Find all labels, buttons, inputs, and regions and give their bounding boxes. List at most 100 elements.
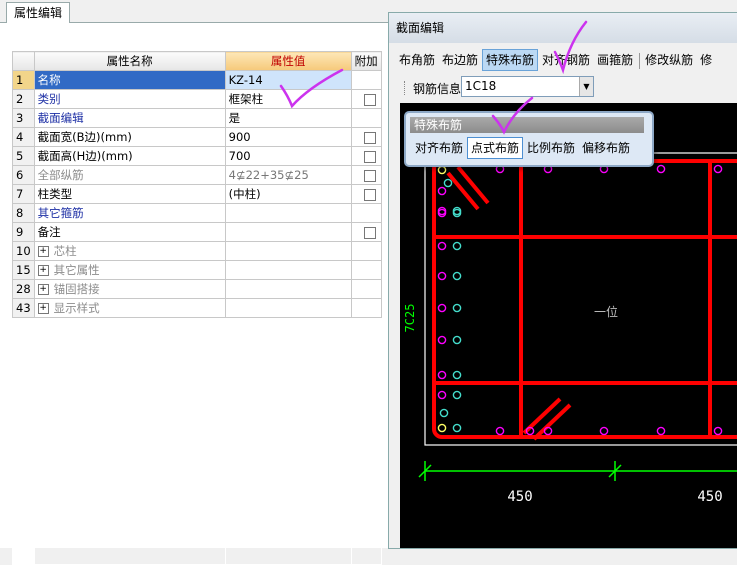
table-row[interactable]: 9 备注 <box>12 222 382 242</box>
rebar-info-dropdown[interactable]: 1C18 ▼ <box>461 76 594 97</box>
empty-row <box>12 355 382 375</box>
property-name-cell[interactable]: 全部纵筋 <box>33 165 226 185</box>
property-name-cell[interactable]: + 芯柱 <box>33 241 226 261</box>
property-value[interactable]: 是 <box>224 108 352 128</box>
option-ratio-rebar[interactable]: 比例布筋 <box>524 138 578 158</box>
property-value[interactable]: (中柱) <box>224 184 352 204</box>
property-name: 备注 <box>37 225 61 239</box>
table-row[interactable]: 28 + 锚固搭接 <box>12 279 382 299</box>
extra-cell <box>350 127 382 147</box>
table-row[interactable]: 7 柱类型 (中柱) <box>12 184 382 204</box>
extra-cell <box>350 184 382 204</box>
option-point-rebar[interactable]: 点式布筋 <box>467 137 524 159</box>
rebar-info-value: 1C18 <box>465 79 497 93</box>
empty-row <box>12 336 382 356</box>
table-row[interactable]: 15 + 其它属性 <box>12 260 382 280</box>
property-value[interactable]: 900 <box>224 127 352 147</box>
chevron-down-icon[interactable]: ▼ <box>579 77 593 96</box>
toolbar-align-rebar[interactable]: 对齐钢筋 <box>539 50 593 70</box>
extra-checkbox[interactable] <box>363 131 376 144</box>
row-index: 4 <box>12 127 35 147</box>
option-align-rebar[interactable]: 对齐布筋 <box>412 138 466 158</box>
tab-property-edit[interactable]: 属性编辑 <box>6 2 70 23</box>
toolbar-draw-stirrup[interactable]: 画箍筋 <box>594 50 636 70</box>
property-name: 其它属性 <box>53 263 100 277</box>
table-row[interactable]: 43 + 显示样式 <box>12 298 382 318</box>
property-name-cell[interactable]: 其它箍筋 <box>33 203 226 223</box>
property-value[interactable]: KZ-14 <box>224 70 352 90</box>
property-value[interactable] <box>224 279 352 299</box>
expand-plus-icon[interactable]: + <box>37 303 49 314</box>
property-value[interactable] <box>224 298 352 318</box>
table-row[interactable]: 6 全部纵筋 4⊈22+35⊈25 <box>12 165 382 185</box>
table-row[interactable]: 4 截面宽(B边)(mm) 900 <box>12 127 382 147</box>
property-name-cell[interactable]: 名称 <box>33 70 226 90</box>
table-row[interactable]: 10 + 芯柱 <box>12 241 382 261</box>
property-value[interactable] <box>224 260 352 280</box>
row-index: 28 <box>12 279 35 299</box>
option-offset-rebar[interactable]: 偏移布筋 <box>579 138 633 158</box>
empty-row <box>12 526 382 546</box>
row-index: 6 <box>12 165 35 185</box>
property-value[interactable]: 700 <box>224 146 352 166</box>
row-index: 9 <box>12 222 35 242</box>
side-rebar-label: 7C25 <box>403 304 417 333</box>
property-name: 截面编辑 <box>37 111 84 125</box>
extra-cell <box>350 165 382 185</box>
property-name-cell[interactable]: 截面高(H边)(mm) <box>33 146 226 166</box>
table-row[interactable]: 5 截面高(H边)(mm) 700 <box>12 146 382 166</box>
property-value[interactable] <box>224 241 352 261</box>
extra-checkbox[interactable] <box>363 169 376 182</box>
table-row[interactable]: 3 截面编辑 是 <box>12 108 382 128</box>
toolbar-modify-longitudinal[interactable]: 修改纵筋 <box>642 50 696 70</box>
header-extra[interactable]: 附加 <box>350 51 382 71</box>
extra-cell <box>350 298 382 318</box>
property-name-cell[interactable]: 截面编辑 <box>33 108 226 128</box>
popup-options: 对齐布筋 点式布筋 比例布筋 偏移布筋 <box>412 137 634 159</box>
toolbar-more[interactable]: 修 <box>697 50 715 70</box>
expand-plus-icon[interactable]: + <box>37 284 49 295</box>
table-row[interactable]: 8 其它箍筋 <box>12 203 382 223</box>
extra-cell <box>350 146 382 166</box>
window-title: 截面编辑 <box>389 13 737 43</box>
extra-checkbox[interactable] <box>363 188 376 201</box>
property-name-cell[interactable]: 截面宽(B边)(mm) <box>33 127 226 147</box>
property-name: 其它箍筋 <box>37 206 84 220</box>
property-name: 显示样式 <box>53 301 100 315</box>
empty-row <box>12 431 382 451</box>
toolbar-corner-rebar[interactable]: 布角筋 <box>396 50 438 70</box>
property-name-cell[interactable]: 类别 <box>33 89 226 109</box>
extra-cell <box>350 222 382 242</box>
property-name-cell[interactable]: 备注 <box>33 222 226 242</box>
toolbar-special-rebar[interactable]: 特殊布筋 <box>482 49 539 71</box>
expand-plus-icon[interactable]: + <box>37 246 49 257</box>
property-name-cell[interactable]: + 显示样式 <box>33 298 226 318</box>
canvas-background <box>400 103 737 548</box>
extra-cell <box>350 108 382 128</box>
table-row[interactable]: 1 名称 KZ-14 <box>12 70 382 90</box>
extra-cell <box>350 279 382 299</box>
toolbar-edge-rebar[interactable]: 布边筋 <box>439 50 481 70</box>
property-value[interactable] <box>224 203 352 223</box>
property-value[interactable] <box>224 222 352 242</box>
row-index: 43 <box>12 298 35 318</box>
section-canvas[interactable]: 450 450 7C25 一位 <box>400 103 737 548</box>
extra-checkbox[interactable] <box>363 226 376 239</box>
property-name: 柱类型 <box>37 187 73 201</box>
property-value[interactable]: 4⊈22+35⊈25 <box>224 165 352 185</box>
header-property-name[interactable]: 属性名称 <box>33 51 226 71</box>
property-name-cell[interactable]: + 其它属性 <box>33 260 226 280</box>
property-name-cell[interactable]: + 锚固搭接 <box>33 279 226 299</box>
property-name: 名称 <box>37 73 61 87</box>
header-index <box>12 51 35 71</box>
header-property-value[interactable]: 属性值 <box>224 51 352 71</box>
extra-checkbox[interactable] <box>363 93 376 106</box>
property-name: 全部纵筋 <box>37 168 84 182</box>
expand-plus-icon[interactable]: + <box>37 265 49 276</box>
property-name-cell[interactable]: 柱类型 <box>33 184 226 204</box>
property-value[interactable]: 框架柱 <box>224 89 352 109</box>
empty-row <box>12 393 382 413</box>
table-row[interactable]: 2 类别 框架柱 <box>12 89 382 109</box>
extra-checkbox[interactable] <box>363 150 376 163</box>
property-name: 类别 <box>37 92 61 106</box>
